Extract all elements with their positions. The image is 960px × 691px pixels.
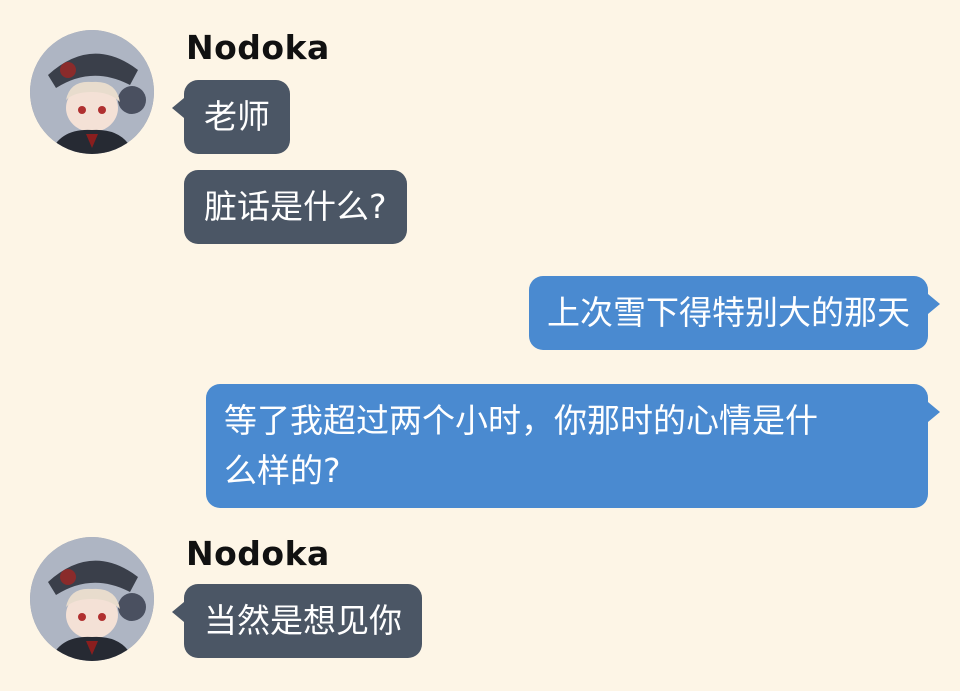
message-bubble[interactable]: 等了我超过两个小时，你那时的心情是什 么样的? (206, 384, 940, 508)
message-bubble[interactable]: 脏话是什么? (184, 170, 407, 244)
message-text: 上次雪下得特别大的那天 (547, 293, 910, 332)
message-text: 老师 (204, 97, 270, 136)
message-text: 当然是想见你 (204, 601, 402, 640)
sender-name: Nodoka (186, 28, 330, 67)
message-bubble[interactable]: 当然是想见你 (172, 584, 422, 658)
nodoka-avatar-icon[interactable] (30, 30, 154, 154)
nodoka-avatar-icon[interactable] (30, 537, 154, 661)
message-text: 等了我超过两个小时，你那时的心情是什 (224, 401, 818, 440)
message-text: 脏话是什么? (204, 187, 387, 226)
message-bubble[interactable]: 老师 (172, 80, 290, 154)
message-text: 么样的? (224, 451, 341, 490)
sender-name: Nodoka (186, 534, 330, 573)
message-bubble[interactable]: 上次雪下得特别大的那天 (529, 276, 940, 350)
